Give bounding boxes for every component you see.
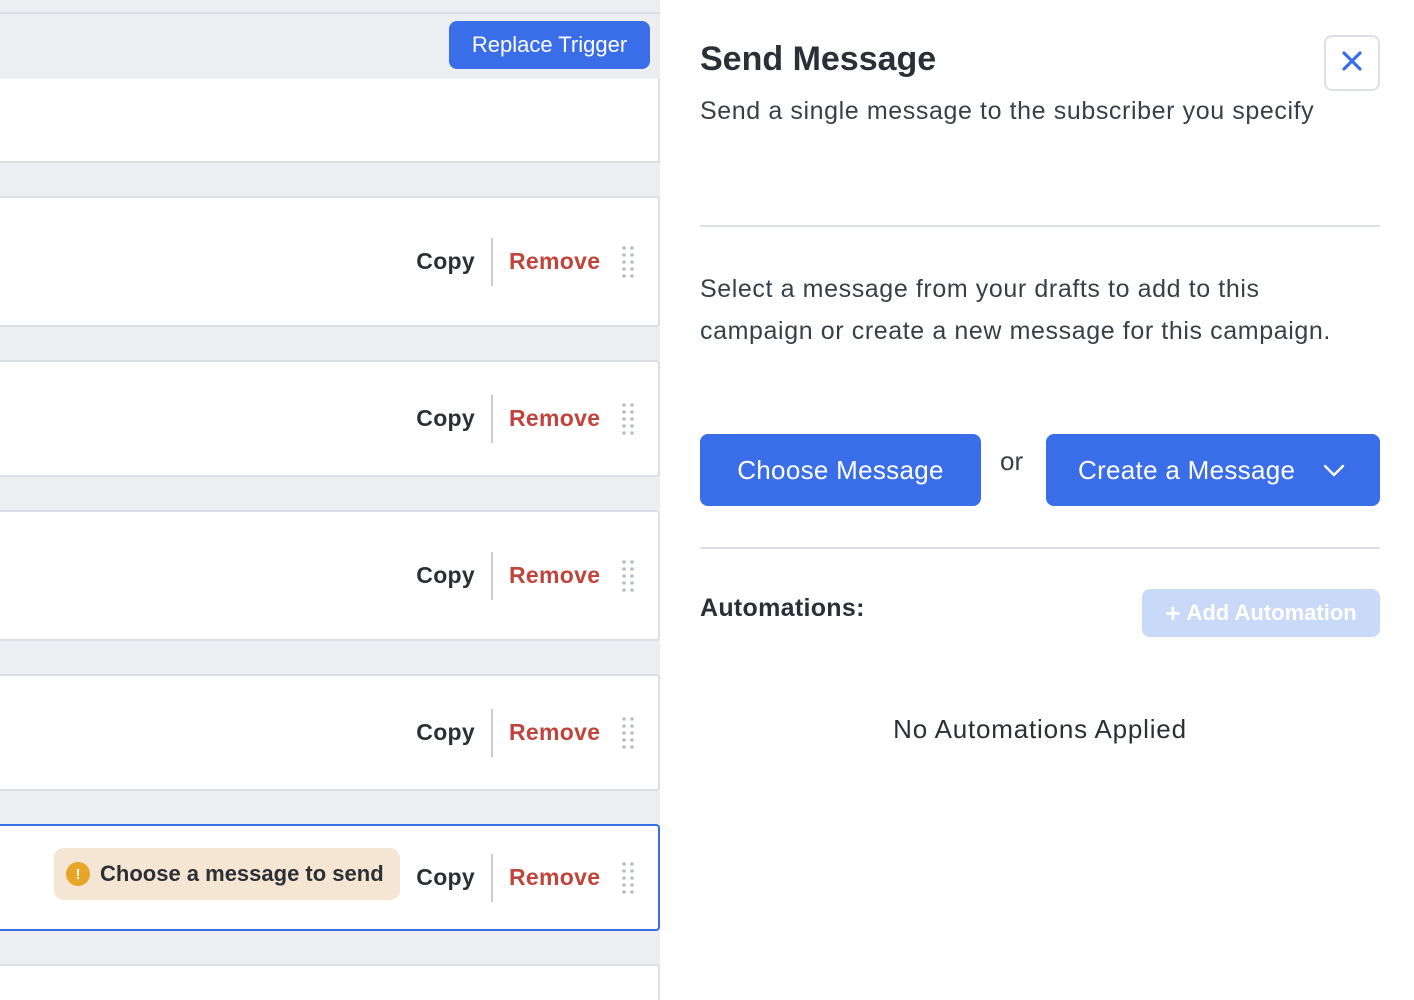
send-message-panel: Send Message Send a single message to th…	[660, 0, 1414, 1000]
warning-icon: !	[66, 862, 90, 886]
section-divider	[700, 225, 1380, 227]
select-message-instructions: Select a message from your drafts to add…	[700, 275, 1331, 345]
no-automations-message: No Automations Applied	[893, 714, 1187, 744]
copy-step-link[interactable]: Copy	[416, 719, 491, 746]
drag-handle-icon[interactable]	[608, 858, 648, 898]
copy-step-link[interactable]: Copy	[416, 864, 491, 891]
add-automation-label: Add Automation	[1186, 600, 1357, 625]
copy-step-link[interactable]: Copy	[416, 248, 491, 275]
create-message-label: Create a Message	[1078, 454, 1296, 485]
drag-handle-icon[interactable]	[608, 713, 648, 753]
workflow-step[interactable]: Copy Remove	[0, 196, 660, 327]
choose-message-button[interactable]: Choose Message	[700, 434, 981, 506]
workflow-step[interactable]: Copy Remove	[0, 360, 660, 477]
copy-step-link[interactable]: Copy	[416, 562, 491, 589]
remove-step-link[interactable]: Remove	[493, 864, 608, 891]
drag-handle-icon[interactable]	[608, 399, 648, 439]
workflow-step[interactable]	[0, 964, 660, 1000]
plus-icon: +	[1165, 597, 1181, 628]
remove-step-link[interactable]: Remove	[493, 719, 608, 746]
trigger-card[interactable]	[0, 79, 660, 163]
warning-text: Choose a message to send	[100, 861, 384, 886]
warning-badge: ! Choose a message to send	[54, 848, 400, 900]
drag-handle-icon[interactable]	[608, 556, 648, 596]
copy-step-link[interactable]: Copy	[416, 405, 491, 432]
close-button[interactable]	[1324, 35, 1380, 91]
remove-step-link[interactable]: Remove	[493, 248, 608, 275]
add-automation-button[interactable]: + Add Automation	[1142, 589, 1380, 637]
panel-title: Send Message	[700, 40, 937, 78]
or-separator: or	[1000, 446, 1024, 476]
workflow-canvas: Replace Trigger Copy Remove Copy Remove …	[0, 0, 660, 1000]
panel-description: Send a single message to the subscriber …	[700, 97, 1315, 125]
workflow-step[interactable]: Copy Remove	[0, 674, 660, 791]
chevron-down-icon	[1322, 458, 1346, 489]
create-message-dropdown-button[interactable]: Create a Message	[1046, 434, 1380, 506]
workflow-step[interactable]: Copy Remove	[0, 510, 660, 641]
replace-trigger-button[interactable]: Replace Trigger	[449, 21, 650, 69]
drag-handle-icon[interactable]	[608, 242, 648, 282]
close-icon	[1341, 50, 1363, 77]
remove-step-link[interactable]: Remove	[493, 562, 608, 589]
automations-heading: Automations:	[700, 594, 865, 622]
send-message-step[interactable]: ! Choose a message to send Copy Remove	[0, 824, 660, 931]
section-divider	[700, 547, 1380, 549]
remove-step-link[interactable]: Remove	[493, 405, 608, 432]
